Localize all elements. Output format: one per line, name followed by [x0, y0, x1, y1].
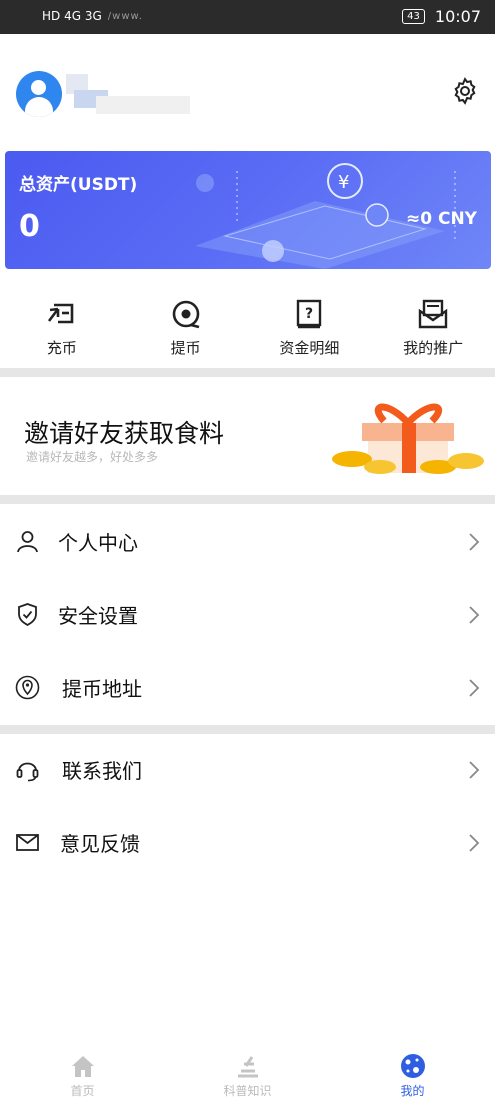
- bottom-tab-bar: 首页 科普知识 我的: [0, 1046, 495, 1106]
- invite-title: 邀请好友获取食料: [24, 419, 225, 448]
- tab-mine[interactable]: 我的: [330, 1046, 495, 1106]
- signal-indicators: HD 4G 3G: [42, 9, 102, 23]
- svg-text:?: ?: [305, 306, 313, 322]
- menu-item-label: 提币地址: [62, 677, 142, 701]
- username-blurred: [66, 74, 190, 118]
- mail-icon: [16, 834, 39, 851]
- menu-item-feedback[interactable]: 意见反馈: [0, 806, 495, 879]
- gear-icon[interactable]: [450, 76, 480, 106]
- avatar-head: [31, 80, 46, 95]
- section-divider: [0, 368, 495, 377]
- menu-item-label: 意见反馈: [60, 832, 140, 856]
- menu-item-label: 个人中心: [58, 531, 138, 555]
- promotion-icon: [418, 299, 448, 329]
- promotion-label: 我的推广: [403, 339, 464, 357]
- tab-label: 我的: [400, 1084, 425, 1098]
- tab-home[interactable]: 首页: [0, 1046, 165, 1106]
- chevron-right-icon: [469, 532, 480, 551]
- user-icon: [17, 531, 38, 553]
- invite-subtitle: 邀请好友越多，好处多多: [26, 450, 159, 464]
- invite-banner[interactable]: 邀请好友获取食料 邀请好友越多，好处多多: [0, 377, 495, 495]
- total-assets-cny: ≈0 CNY: [405, 209, 477, 229]
- home-icon: [71, 1056, 94, 1077]
- menu-group-support: 联系我们 意见反馈: [0, 733, 495, 879]
- gift-icon: [332, 403, 484, 474]
- asset-card[interactable]: ¥ 总资产(USDT) 0 ≈0 CNY: [5, 151, 491, 269]
- status-right: 43 10:07: [402, 7, 481, 26]
- menu-item-personal-center[interactable]: 个人中心: [0, 505, 495, 578]
- menu-group-account: 个人中心 安全设置 提币地址: [0, 505, 495, 724]
- knowledge-icon: [237, 1056, 258, 1078]
- menu-item-contact-us[interactable]: 联系我们: [0, 733, 495, 806]
- menu-item-security[interactable]: 安全设置: [0, 578, 495, 651]
- status-time: 10:07: [434, 7, 481, 26]
- avatar-body: [25, 97, 53, 117]
- battery-indicator: 43: [402, 9, 425, 24]
- withdraw-button[interactable]: 提币: [124, 283, 248, 367]
- ledger-button[interactable]: ? 资金明细: [248, 283, 372, 367]
- tab-label: 首页: [70, 1084, 95, 1098]
- chevron-right-icon: [469, 678, 480, 697]
- avatar[interactable]: [16, 71, 62, 117]
- menu-item-label: 安全设置: [58, 604, 138, 628]
- section-divider: [0, 495, 495, 504]
- svg-text:¥: ¥: [338, 172, 349, 193]
- menu-item-withdraw-address[interactable]: 提币地址: [0, 651, 495, 724]
- quick-actions: 充币 提币 ? 资金明细 我的推广: [0, 283, 495, 367]
- status-bar: HD 4G 3G /www. 43 10:07: [0, 0, 495, 34]
- chevron-right-icon: [469, 833, 480, 852]
- deposit-icon: [47, 303, 74, 324]
- location-icon: [15, 675, 40, 700]
- ledger-label: 资金明细: [279, 339, 340, 357]
- total-assets-value: 0: [19, 209, 40, 244]
- ledger-icon: ?: [297, 299, 322, 329]
- total-assets-label: 总资产(USDT): [19, 175, 138, 195]
- headset-icon: [16, 762, 39, 782]
- profile-planet-icon: [400, 1054, 425, 1078]
- chevron-right-icon: [469, 760, 480, 779]
- promotion-button[interactable]: 我的推广: [371, 283, 495, 367]
- withdraw-label: 提币: [170, 339, 201, 357]
- deposit-button[interactable]: 充币: [0, 283, 124, 367]
- deposit-label: 充币: [46, 339, 77, 357]
- menu-item-label: 联系我们: [62, 759, 142, 783]
- shield-icon: [18, 603, 37, 627]
- profile-header: [0, 34, 495, 146]
- withdraw-icon: [172, 300, 199, 329]
- status-url-fragment: /www.: [107, 10, 143, 22]
- chevron-right-icon: [469, 605, 480, 624]
- tab-knowledge[interactable]: 科普知识: [165, 1046, 330, 1106]
- status-left: HD 4G 3G /www.: [42, 9, 143, 23]
- tab-label: 科普知识: [223, 1084, 272, 1098]
